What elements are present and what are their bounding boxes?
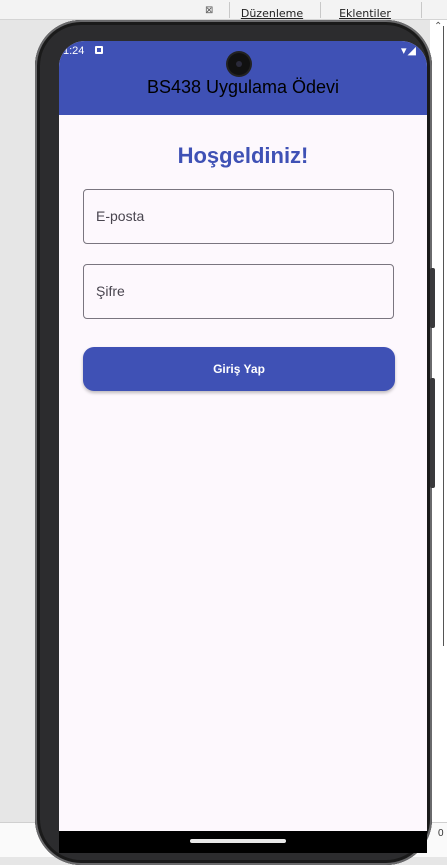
notification-icon [95,46,103,54]
toolbar-divider [229,2,230,18]
home-gesture-handle[interactable] [190,839,286,843]
welcome-heading: Hoşgeldiniz! [177,143,309,168]
app-title: BS438 Uygulama Ödevi [146,77,340,97]
tab-label: Eklentiler [339,7,391,20]
host-toolbar: ⊠ Düzenleme Eklentiler [0,0,447,20]
status-time: 1:24 [63,45,85,57]
volume-button[interactable] [430,378,435,488]
front-camera-icon [228,53,250,75]
app-bar: 1:24 ▾◢ BS438 Uygulama Ödevi [59,41,427,115]
tab-eklentiler[interactable]: Eklentiler [325,0,405,20]
dialog-launcher-icon[interactable]: ⊠ [205,5,213,16]
toolbar-divider [421,2,422,18]
device-screen: 1:24 ▾◢ BS438 Uygulama Ödevi Hoşgeldiniz… [59,41,427,853]
tab-label: Düzenleme [240,7,304,20]
toolbar-divider [320,2,321,18]
password-placeholder: Şifre [96,283,125,299]
password-field[interactable]: Şifre [83,264,394,319]
email-field[interactable]: E-posta [83,189,394,244]
scroll-up-icon[interactable]: ⌃ [434,21,442,32]
system-nav-bar [59,831,427,853]
host-scrollbar-track[interactable] [443,26,444,646]
signal-battery-icon: ▾◢ [401,45,417,57]
email-placeholder: E-posta [96,208,145,224]
power-button[interactable] [430,268,435,328]
tab-duzenleme[interactable]: Düzenleme [233,0,311,20]
login-button[interactable]: Giriş Yap [83,347,395,391]
host-status-text: 0 [438,828,444,839]
